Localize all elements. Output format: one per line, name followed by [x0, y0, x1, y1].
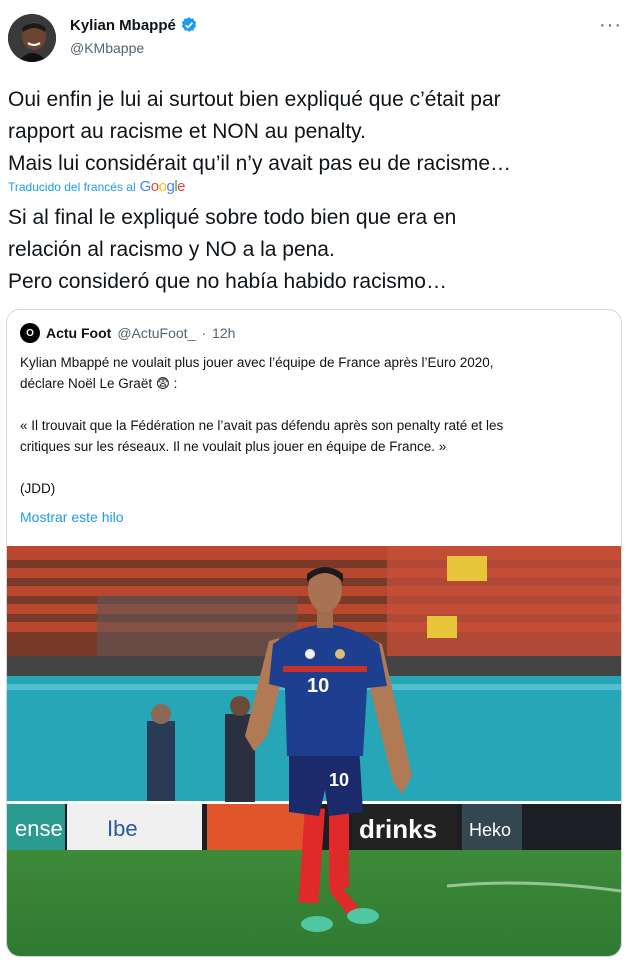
- quoted-tweet-header: O Actu Foot @ActuFoot_ · 12h: [20, 323, 235, 343]
- board-text-4: Heko: [469, 820, 511, 840]
- verified-badge-icon: [180, 16, 198, 34]
- board-text-3: drinks: [359, 814, 437, 844]
- translation-attribution[interactable]: Traducido del francés al Google: [8, 178, 186, 195]
- quoted-tweet[interactable]: O Actu Foot @ActuFoot_ · 12h Kylian Mbap…: [6, 309, 622, 957]
- board-text-1: ense: [15, 816, 63, 841]
- translated-text: Si al final le expliqué sobre todo bien …: [8, 206, 457, 293]
- more-icon[interactable]: ···: [599, 14, 622, 37]
- quoted-author-avatar[interactable]: O: [20, 323, 40, 343]
- author-avatar[interactable]: [8, 14, 56, 62]
- separator-dot: ·: [201, 325, 207, 341]
- quoted-tweet-time[interactable]: 12h: [212, 325, 235, 341]
- google-logo: Google: [139, 178, 186, 195]
- author-name-text[interactable]: Kylian Mbappé: [70, 17, 176, 34]
- shorts-number: 10: [329, 770, 349, 790]
- tweet-text: Oui enfin je lui ai surtout bien expliqu…: [8, 88, 512, 175]
- quoted-author-handle[interactable]: @ActuFoot_: [117, 325, 195, 341]
- quoted-tweet-photo[interactable]: ense Ibe drinks Heko 10 10: [7, 546, 621, 956]
- show-thread-link[interactable]: Mostrar este hilo: [20, 509, 123, 525]
- author-handle[interactable]: @KMbappe: [70, 40, 144, 56]
- quoted-tweet-text: Kylian Mbappé ne voulait plus jouer avec…: [20, 355, 504, 496]
- author-name[interactable]: Kylian Mbappé: [70, 16, 198, 34]
- translated-by-label: Traducido del francés al: [8, 179, 136, 194]
- board-text-2: Ibe: [107, 816, 138, 841]
- tweet: Kylian Mbappé @KMbappe ··· Oui enfin je …: [0, 0, 640, 967]
- shirt-number: 10: [307, 675, 329, 697]
- quoted-author-name[interactable]: Actu Foot: [46, 325, 111, 341]
